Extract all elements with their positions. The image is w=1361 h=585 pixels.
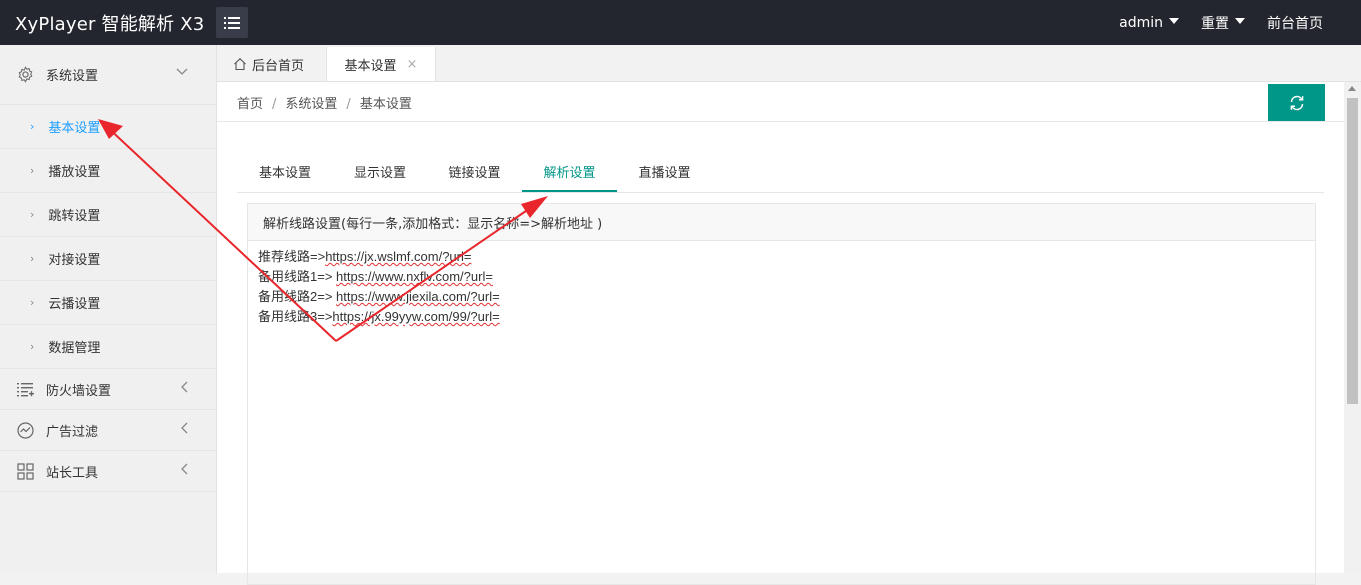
parse-lines-panel: 解析线路设置(每行一条,添加格式：显示名称=>解析地址 ) 推荐线路=>http… bbox=[247, 203, 1316, 585]
list-icon bbox=[16, 380, 34, 398]
chevron-right-icon: › bbox=[30, 340, 35, 353]
sidebar-item-data[interactable]: › 数据管理 bbox=[0, 325, 216, 369]
sidebar-item-label: 对接设置 bbox=[48, 253, 101, 268]
sidebar-group-firewall[interactable]: 防火墙设置 bbox=[0, 369, 216, 410]
sidebar-group-label: 系统设置 bbox=[46, 69, 99, 84]
chevron-right-icon: › bbox=[30, 208, 35, 221]
sidebar-item-label: 跳转设置 bbox=[48, 209, 101, 224]
line-name: 备用线路1=> bbox=[258, 269, 337, 284]
breadcrumb-separator: / bbox=[346, 97, 351, 112]
tab-display[interactable]: 显示设置 bbox=[333, 152, 427, 191]
chevron-left-icon bbox=[180, 381, 188, 397]
caret-down-icon bbox=[1169, 18, 1179, 24]
chevron-right-icon: › bbox=[30, 120, 35, 133]
parse-line: 备用线路3=>https://jx.99yyw.com/99/?url= bbox=[258, 307, 1305, 327]
main-content: 首页 / 系统设置 / 基本设置 基本设置 显示设置 链接设置 解析设置 直播设置 解析… bbox=[217, 82, 1344, 585]
scrollbar-thumb[interactable] bbox=[1347, 98, 1358, 404]
line-name: 推荐线路=> bbox=[258, 249, 326, 264]
tab-basic[interactable]: 基本设置 bbox=[237, 152, 333, 191]
sidebar-group-system[interactable]: 系统设置 bbox=[0, 45, 216, 105]
parse-line: 备用线路2=> https://www.jiexila.com/?url= bbox=[258, 287, 1305, 307]
tab-current-label: 基本设置 bbox=[344, 58, 397, 74]
reset-label: 重置 bbox=[1201, 15, 1229, 32]
close-icon[interactable]: × bbox=[407, 57, 418, 72]
breadcrumb-item: 基本设置 bbox=[359, 97, 412, 112]
page-tabs: 后台首页 基本设置 × bbox=[217, 45, 1361, 82]
sidebar-item-label: 数据管理 bbox=[48, 341, 101, 356]
header-divider bbox=[217, 121, 1344, 122]
sidebar-group-label: 防火墙设置 bbox=[46, 383, 112, 399]
chart-circle-icon bbox=[16, 421, 34, 439]
sidebar-toggle-button[interactable] bbox=[216, 7, 248, 38]
top-header: XyPlayer 智能解析 X3 admin 重置 前台首页 bbox=[0, 0, 1361, 45]
app-brand: XyPlayer 智能解析 X3 bbox=[15, 14, 205, 35]
grid-icon bbox=[16, 462, 34, 480]
line-name: 备用线路2=> bbox=[258, 289, 337, 304]
sidebar-item-play[interactable]: › 播放设置 bbox=[0, 149, 216, 193]
line-url: https://jx.wslmf.com/?url= bbox=[325, 249, 472, 264]
sidebar-group-label: 广告过滤 bbox=[46, 424, 99, 440]
refresh-button[interactable] bbox=[1268, 84, 1325, 121]
sidebar-group-tools[interactable]: 站长工具 bbox=[0, 451, 216, 492]
parse-line: 备用线路1=> https://www.nxflv.com/?url= bbox=[258, 267, 1305, 287]
frontend-link[interactable]: 前台首页 bbox=[1267, 13, 1323, 33]
tab-home-label: 后台首页 bbox=[252, 58, 305, 74]
settings-tabs: 基本设置 显示设置 链接设置 解析设置 直播设置 bbox=[237, 152, 1324, 193]
panel-title: 解析线路设置(每行一条,添加格式：显示名称=>解析地址 ) bbox=[248, 204, 1315, 241]
user-name: admin bbox=[1119, 14, 1163, 31]
parse-line: 推荐线路=>https://jx.wslmf.com/?url= bbox=[258, 247, 1305, 267]
page-scrollbar[interactable] bbox=[1344, 82, 1361, 573]
sidebar-item-basic[interactable]: › 基本设置 bbox=[0, 105, 216, 149]
parse-lines-textarea[interactable]: 推荐线路=>https://jx.wslmf.com/?url= 备用线路1=>… bbox=[248, 241, 1315, 333]
tab-live[interactable]: 直播设置 bbox=[617, 152, 712, 191]
gear-icon bbox=[16, 66, 34, 84]
hamburger-icon bbox=[224, 16, 240, 29]
scroll-up-arrow-icon[interactable] bbox=[1348, 86, 1356, 91]
sidebar-item-cloud[interactable]: › 云播设置 bbox=[0, 281, 216, 325]
line-url: https://www.jiexila.com/?url= bbox=[336, 289, 500, 304]
breadcrumb-item[interactable]: 首页 bbox=[237, 97, 263, 112]
breadcrumb-separator: / bbox=[272, 97, 277, 112]
sidebar-item-redirect[interactable]: › 跳转设置 bbox=[0, 193, 216, 237]
sidebar-group-label: 站长工具 bbox=[46, 465, 99, 481]
line-url: https://jx.99yyw.com/99/?url= bbox=[332, 309, 500, 324]
breadcrumb-item[interactable]: 系统设置 bbox=[285, 97, 337, 112]
chevron-right-icon: › bbox=[30, 296, 35, 309]
sidebar-group-adfilter[interactable]: 广告过滤 bbox=[0, 410, 216, 451]
tab-parse[interactable]: 解析设置 bbox=[522, 152, 617, 192]
chevron-down-icon bbox=[176, 65, 188, 80]
sidebar-item-label: 云播设置 bbox=[48, 297, 101, 312]
sidebar-item-label: 播放设置 bbox=[48, 165, 101, 180]
sidebar-item-label: 基本设置 bbox=[48, 121, 101, 136]
breadcrumb: 首页 / 系统设置 / 基本设置 bbox=[237, 93, 412, 112]
tab-home[interactable]: 后台首页 bbox=[223, 47, 314, 81]
chevron-right-icon: › bbox=[30, 164, 35, 177]
chevron-left-icon bbox=[180, 463, 188, 479]
tab-link[interactable]: 链接设置 bbox=[427, 152, 522, 191]
chevron-right-icon: › bbox=[30, 252, 35, 265]
line-name: 备用线路3=> bbox=[258, 309, 333, 324]
refresh-icon bbox=[1290, 95, 1303, 110]
reset-menu[interactable]: 重置 bbox=[1201, 13, 1245, 33]
chevron-left-icon bbox=[180, 422, 188, 438]
home-icon bbox=[234, 58, 246, 71]
user-menu[interactable]: admin bbox=[1119, 15, 1179, 31]
sidebar: 系统设置 › 基本设置 › 播放设置 › 跳转设置 › 对接设置 › 云播设置 … bbox=[0, 45, 217, 573]
line-url: https://www.nxflv.com/?url= bbox=[336, 269, 493, 284]
caret-down-icon bbox=[1235, 18, 1245, 24]
tab-basic-settings[interactable]: 基本设置 × bbox=[326, 47, 436, 81]
sidebar-item-connect[interactable]: › 对接设置 bbox=[0, 237, 216, 281]
